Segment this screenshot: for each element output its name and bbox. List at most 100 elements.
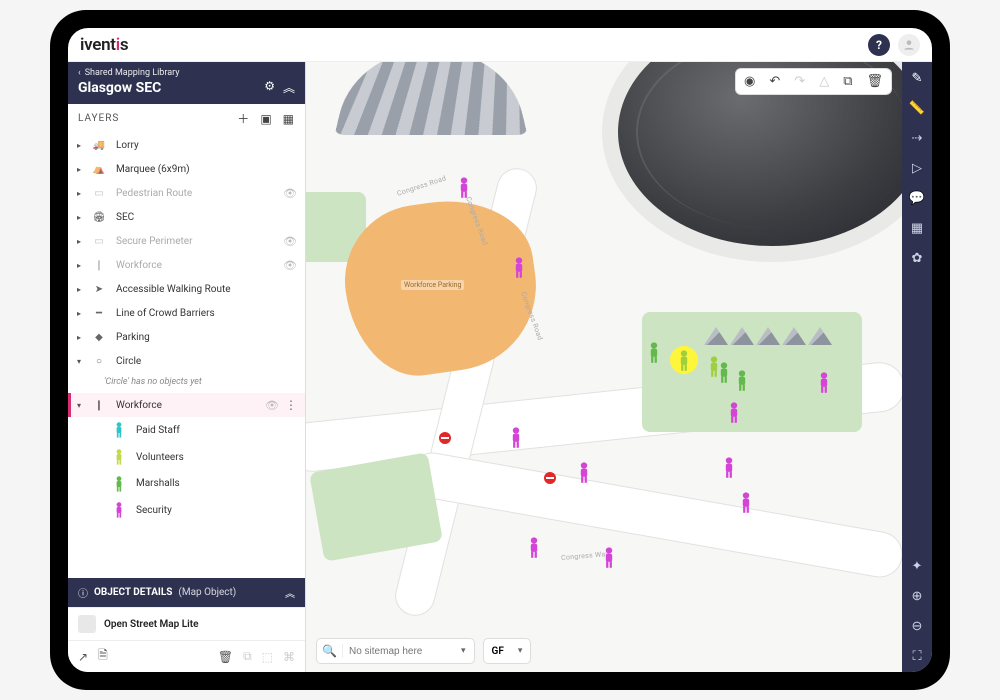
settings-icon[interactable]: ✿ [907, 248, 927, 268]
layer-grid-icon[interactable]: ▦ [283, 112, 295, 126]
layer-name: Parking [116, 332, 297, 343]
layer-name: Marquee (6x9m) [116, 164, 297, 175]
document-icon[interactable]: 🗎 [98, 646, 108, 667]
layer-row[interactable]: ▸ ━ Line of Crowd Barriers [68, 301, 305, 325]
connector-icon[interactable]: ⇢ [907, 128, 927, 148]
calendar-icon[interactable]: ▦ [907, 218, 927, 238]
layer-folder-icon[interactable]: ▣ [260, 112, 272, 126]
help-icon[interactable]: ? [868, 34, 890, 56]
group-icon[interactable]: ⬚ [262, 650, 273, 664]
gear-icon[interactable]: ⚙ [264, 79, 275, 96]
map-person-marker[interactable] [601, 547, 617, 574]
map-person-marker[interactable] [734, 370, 750, 397]
map-person-marker[interactable] [738, 492, 754, 519]
collapse-panel-icon[interactable]: ︽ [283, 79, 295, 96]
expander-icon[interactable]: ▸ [74, 237, 84, 246]
pointer-icon[interactable]: ▷ [907, 158, 927, 178]
layer-child-row[interactable]: Security [68, 497, 305, 524]
visibility-icon[interactable]: 👁 [283, 187, 297, 200]
breadcrumb[interactable]: ‹ Shared Mapping Library [78, 68, 295, 78]
visibility-icon[interactable]: 👁 [265, 399, 279, 412]
link-icon[interactable]: ⌘ [283, 650, 295, 664]
expander-icon[interactable]: ▸ [74, 285, 84, 294]
layer-type-icon: ◆ [88, 332, 110, 343]
breadcrumb-label: Shared Mapping Library [85, 68, 180, 78]
map-person-marker[interactable] [511, 257, 527, 284]
layer-row[interactable]: ▾ ❙ Workforce 👁 ⋮ [68, 393, 305, 417]
triangle-icon[interactable]: △ [819, 74, 829, 89]
visibility-icon[interactable]: 👁 [283, 259, 297, 272]
expander-icon[interactable]: ▸ [74, 261, 84, 270]
sitemap-search[interactable]: 🔍 ▾ [316, 638, 475, 664]
expander-icon[interactable]: ▾ [74, 401, 84, 410]
floor-dropdown-icon[interactable]: ▾ [510, 646, 531, 656]
layer-type-icon: ❙ [88, 260, 110, 271]
map-person-marker[interactable] [576, 462, 592, 489]
add-layer-icon[interactable]: ＋ [237, 110, 250, 127]
layer-row[interactable]: ▸ ⛺ Marquee (6x9m) [68, 157, 305, 181]
sitemap-dropdown-icon[interactable]: ▾ [453, 646, 474, 656]
layer-type-icon: ▭ [88, 236, 110, 247]
layer-row[interactable]: ▸ ◆ Parking [68, 325, 305, 349]
ruler-icon[interactable]: 📏 [907, 98, 927, 118]
layer-child-row[interactable]: Volunteers [68, 444, 305, 471]
sitemap-input[interactable] [343, 646, 453, 657]
layer-row[interactable]: ▸ 🚚 Lorry [68, 133, 305, 157]
layer-row[interactable]: ▸ ▭ Pedestrian Route 👁 [68, 181, 305, 205]
expander-icon[interactable]: ▸ [74, 189, 84, 198]
pen-tool-icon[interactable]: ✎ [907, 68, 927, 88]
layer-row[interactable]: ▸ ❙ Workforce 👁 [68, 253, 305, 277]
copy-icon[interactable]: ⧉ [243, 649, 252, 664]
info-icon: ⓘ [78, 585, 88, 600]
layer-row[interactable]: ▾ ○ Circle [68, 349, 305, 373]
trash-icon[interactable]: 🗑 [218, 650, 233, 664]
layer-row[interactable]: ▸ ▭ Secure Perimeter 👁 [68, 229, 305, 253]
map-person-marker[interactable] [508, 427, 524, 454]
record-icon[interactable]: ◉ [744, 74, 755, 89]
trash-icon[interactable]: 🗑 [866, 74, 883, 89]
basemap-name: Open Street Map Lite [104, 619, 199, 630]
tablet-frame: iventis ? ‹ Shared Mapping Library Glasg… [50, 10, 950, 690]
object-details-bar[interactable]: ⓘ OBJECT DETAILS (Map Object) ︽ [68, 578, 305, 607]
expander-icon[interactable]: ▾ [74, 357, 84, 366]
collapse-details-icon[interactable]: ︽ [285, 585, 295, 600]
map-person-marker[interactable] [456, 177, 472, 204]
fullscreen-icon[interactable]: ⛶ [907, 646, 927, 666]
redo-icon[interactable]: ↷ [794, 74, 805, 89]
layer-row[interactable]: ▸ ➤ Accessible Walking Route [68, 277, 305, 301]
zoom-in-icon[interactable]: ⊕ [907, 586, 927, 606]
expander-icon[interactable]: ▸ [74, 309, 84, 318]
layer-child-row[interactable]: Marshalls [68, 471, 305, 498]
visibility-icon[interactable]: 👁 [283, 235, 297, 248]
map-person-marker[interactable] [646, 342, 662, 369]
layer-child-row[interactable]: Paid Staff [68, 417, 305, 444]
person-icon [902, 38, 916, 52]
comment-icon[interactable]: 💬 [907, 188, 927, 208]
expander-icon[interactable]: ▸ [74, 213, 84, 222]
layer-type-icon: 🚚 [88, 140, 110, 151]
share-icon[interactable]: ↗ [78, 650, 88, 664]
layers-label: LAYERS [78, 113, 119, 124]
layer-name: Circle [116, 356, 297, 367]
map-person-marker[interactable] [721, 457, 737, 484]
basemap-row[interactable]: Open Street Map Lite [68, 607, 305, 640]
copy-icon[interactable]: ⧉ [843, 74, 852, 89]
layer-name: Marshalls [136, 478, 297, 489]
kebab-icon[interactable]: ⋮ [285, 398, 297, 412]
undo-icon[interactable]: ↶ [769, 74, 780, 89]
map-person-marker[interactable] [726, 402, 742, 429]
map-person-marker[interactable] [526, 537, 542, 564]
expander-icon[interactable]: ▸ [74, 333, 84, 342]
map-canvas[interactable]: Workforce Parking Congress Road Congress… [306, 62, 902, 672]
person-icon [108, 476, 130, 493]
floor-picker[interactable]: GF ▾ [483, 638, 532, 664]
expander-icon[interactable]: ▸ [74, 141, 84, 150]
expander-icon[interactable]: ▸ [74, 165, 84, 174]
map-person-marker[interactable] [716, 362, 732, 389]
layer-row[interactable]: ▸ 🏟 SEC [68, 205, 305, 229]
map-person-marker[interactable] [676, 350, 692, 377]
zoom-out-icon[interactable]: ⊖ [907, 616, 927, 636]
compass-icon[interactable]: ✦ [907, 556, 927, 576]
user-avatar[interactable] [898, 34, 920, 56]
map-person-marker[interactable] [816, 372, 832, 399]
